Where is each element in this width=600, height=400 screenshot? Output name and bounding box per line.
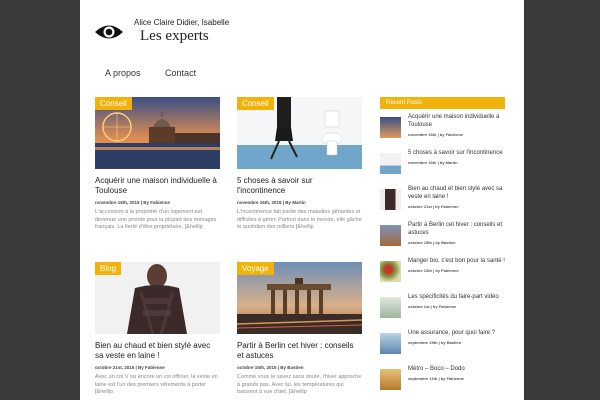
post-image[interactable]: Voyage [237, 262, 362, 334]
nav-item-contact[interactable]: Contact [165, 68, 196, 78]
recent-post-item[interactable]: Partir à Berlin cet hiver : conseils et … [380, 221, 505, 253]
recent-post-title[interactable]: Partir à Berlin cet hiver : conseils et … [408, 222, 502, 236]
post-meta: novembre 16th, 2015 | By Fabienne [95, 200, 171, 205]
recent-post-title[interactable]: Bien au chaud et bien stylé avec sa vest… [408, 186, 502, 200]
recent-post-item[interactable]: Bien au chaud et bien stylé avec sa vest… [380, 185, 505, 217]
post-title[interactable]: Bien au chaud et bien stylé avec sa vest… [95, 341, 220, 361]
recent-post-meta: septembre 29th | by Bastien [408, 340, 462, 345]
recent-post-title[interactable]: Métro – Boco – Dodo [408, 366, 465, 372]
post-meta: novembre 16th, 2015 | By Martin [237, 200, 306, 205]
recent-post-thumbnail[interactable] [380, 297, 401, 318]
recent-post-title[interactable]: 5 choses à savoir sur l'incontinence [408, 150, 503, 156]
recent-post-title[interactable]: Acquérir une maison individuelle à Toulo… [408, 114, 499, 128]
recent-post-thumbnail[interactable] [380, 225, 401, 246]
post-card: Blog Bien au chaud et bien stylé avec sa… [95, 262, 220, 397]
recent-posts-sidebar: Recent Posts Acquérir une maison individ… [380, 97, 505, 397]
post-title[interactable]: Acquérir une maison individuelle à Toulo… [95, 176, 220, 196]
category-badge[interactable]: Conseil [95, 97, 132, 110]
recent-post-meta: novembre 16th | by Fabienne [408, 132, 464, 137]
post-excerpt: L'accession à la propriété d'un logement… [95, 209, 217, 230]
post-excerpt: Comme vous le savez sans doute, l'hiver … [237, 374, 362, 395]
recent-post-item[interactable]: Les spécificités du faire-part vidéo oct… [380, 293, 505, 325]
post-title[interactable]: Partir à Berlin cet hiver : conseils et … [237, 341, 362, 361]
recent-post-meta: octobre 1st | by Fabienne [408, 304, 457, 309]
recent-post-title[interactable]: Une assurance, pour quoi faire ? [408, 330, 495, 336]
recent-post-meta: octobre 13th | by Fabienne [408, 268, 459, 273]
eye-logo-icon [95, 25, 123, 39]
post-card: Voyage Partir à Berlin cet hiver : conse… [237, 262, 362, 397]
recent-post-meta: novembre 16th | by Martin [408, 160, 458, 165]
main-nav: A propos Contact [105, 68, 218, 78]
recent-post-thumbnail[interactable] [380, 333, 401, 354]
category-badge[interactable]: Blog [95, 262, 122, 275]
post-card: Conseil Acquérir une maison individuelle… [95, 97, 220, 232]
recent-post-title[interactable]: Les spécificités du faire-part vidéo [408, 294, 499, 300]
recent-post-item[interactable]: Une assurance, pour quoi faire ? septemb… [380, 329, 505, 361]
recent-post-thumbnail[interactable] [380, 117, 401, 138]
category-badge[interactable]: Conseil [237, 97, 274, 110]
site-title[interactable]: Les experts [140, 28, 209, 45]
page: Alice Claire Didier, Isabelle Les expert… [80, 0, 524, 400]
post-meta: octobre 21st, 2015 | By Fabienne [95, 365, 165, 370]
recent-post-meta: septembre 11th | by Fabienne [408, 376, 465, 381]
recent-post-thumbnail[interactable] [380, 261, 401, 282]
recent-post-thumbnail[interactable] [380, 153, 401, 174]
post-excerpt: L'incontinence fait partie des maladies … [237, 209, 362, 230]
recent-post-item[interactable]: Acquérir une maison individuelle à Toulo… [380, 113, 505, 145]
post-card: Conseil 5 choses à savoir sur l'incontin… [237, 97, 362, 232]
recent-post-item[interactable]: 5 choses à savoir sur l'incontinence nov… [380, 149, 505, 181]
category-badge[interactable]: Voyage [237, 262, 274, 275]
recent-post-item[interactable]: Manger bio, c'est bon pour la santé ! oc… [380, 257, 505, 289]
post-excerpt: Avec un col V ou encore un col officier,… [95, 374, 218, 395]
recent-post-meta: octobre 15th | by Bastien [408, 240, 456, 245]
site-tagline: Alice Claire Didier, Isabelle [134, 18, 230, 27]
recent-post-thumbnail[interactable] [380, 369, 401, 390]
post-image[interactable]: Conseil [237, 97, 362, 169]
post-title[interactable]: 5 choses à savoir sur l'incontinence [237, 176, 362, 196]
recent-post-meta: octobre 21st | by Fabienne [408, 204, 459, 209]
recent-posts-heading: Recent Posts [380, 97, 505, 109]
post-meta: octobre 15th, 2015 | By Bastien [237, 365, 304, 370]
recent-post-thumbnail[interactable] [380, 189, 401, 210]
nav-item-a-propos[interactable]: A propos [105, 68, 141, 78]
recent-post-item[interactable]: Métro – Boco – Dodo septembre 11th | by … [380, 365, 505, 397]
recent-post-title[interactable]: Manger bio, c'est bon pour la santé ! [408, 258, 505, 264]
post-image[interactable]: Conseil [95, 97, 220, 169]
post-image[interactable]: Blog [95, 262, 220, 334]
